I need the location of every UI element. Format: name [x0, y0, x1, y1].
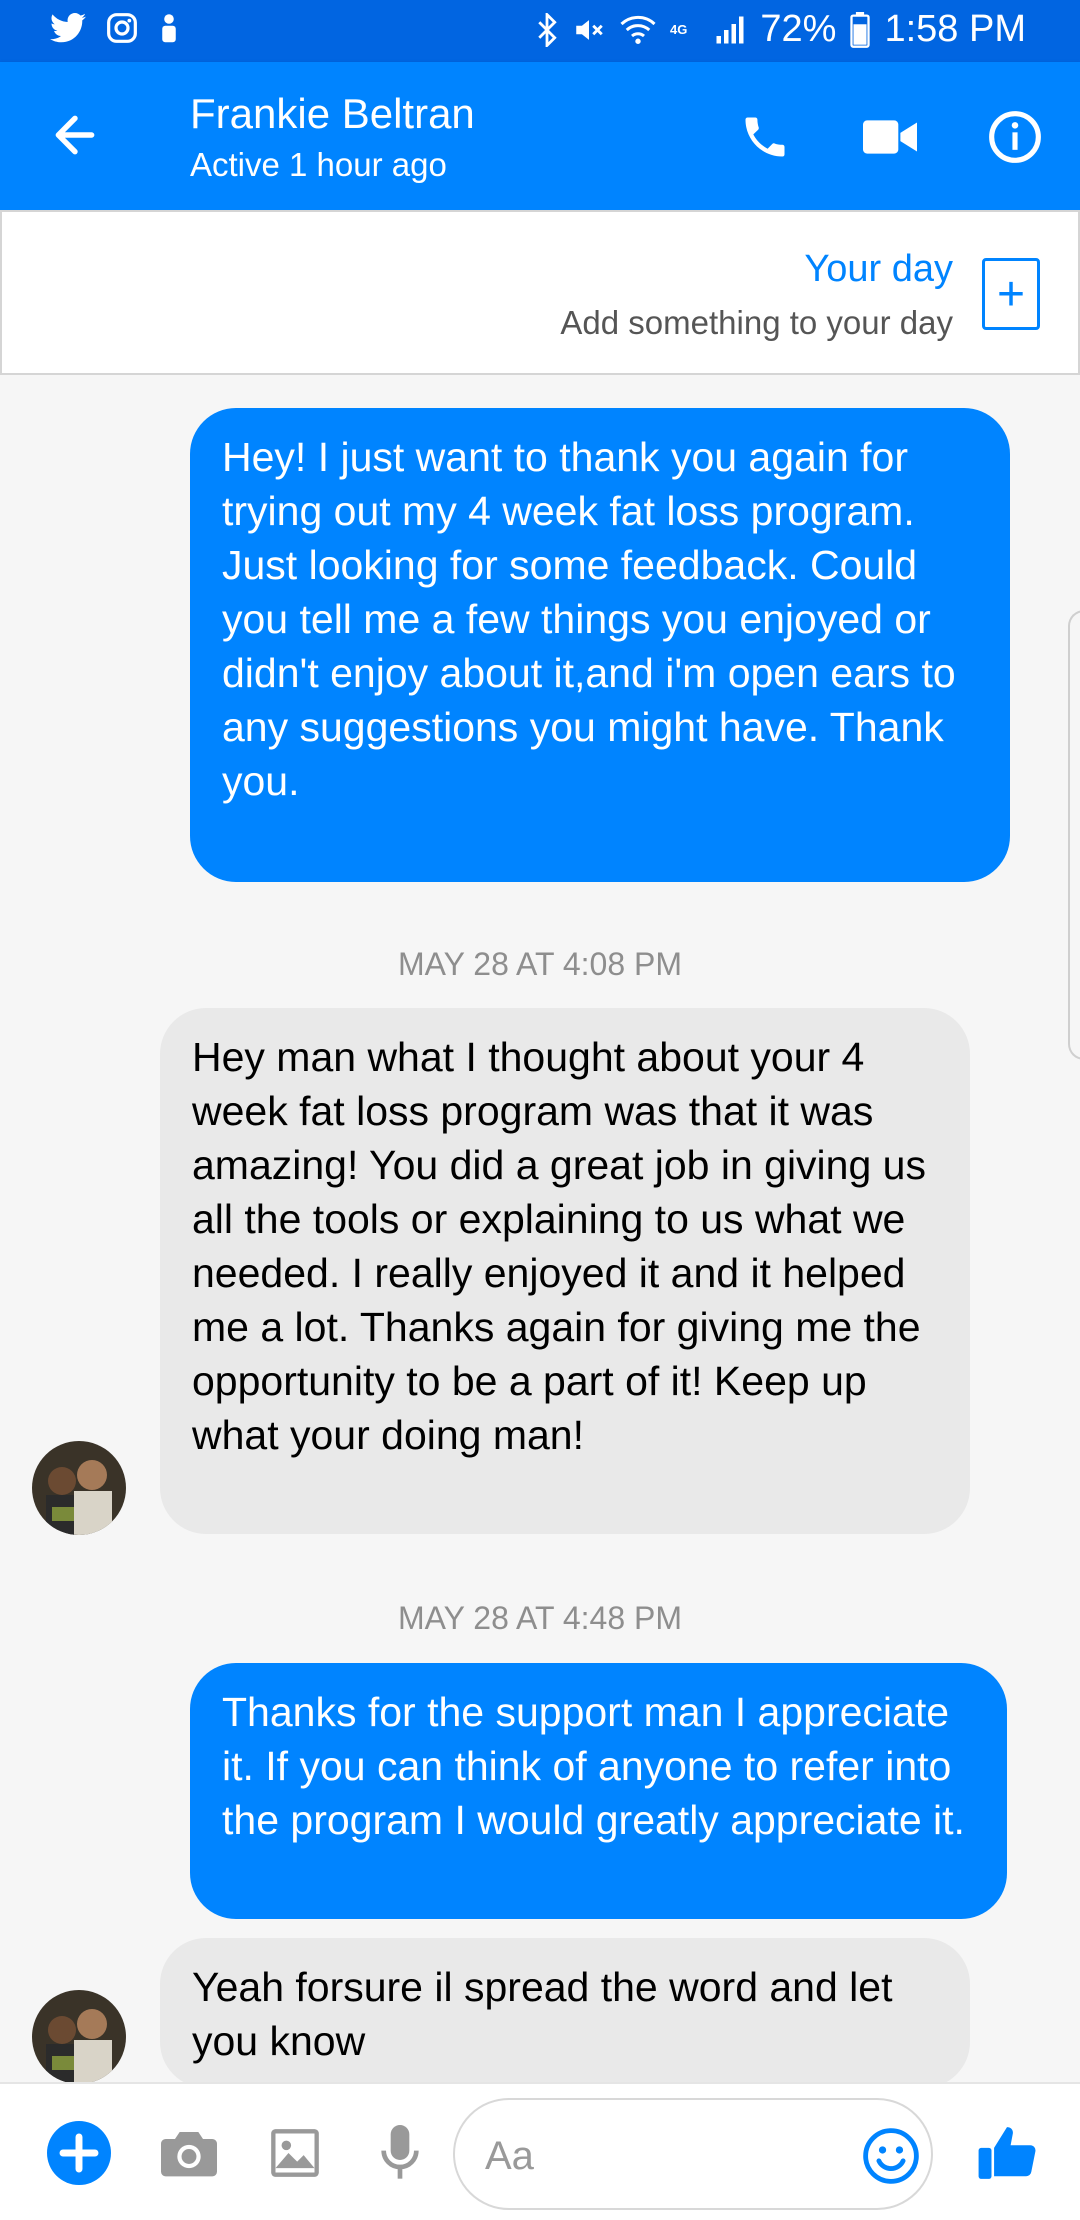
message-input-placeholder: Aa	[485, 2134, 534, 2178]
battery-icon	[850, 11, 871, 48]
message-composer: Aa	[0, 2082, 1080, 2220]
twitter-icon	[50, 13, 86, 43]
message-input[interactable]: Aa	[453, 2098, 933, 2210]
bluetooth-icon	[536, 12, 558, 47]
battery-percent: 72%	[760, 8, 837, 50]
your-day-title: Your day	[804, 248, 953, 290]
plus-circle-icon	[47, 2121, 111, 2185]
phone-icon	[745, 117, 785, 157]
4g-icon: 4G	[670, 20, 700, 40]
your-day-banner[interactable]: Your day Add something to your day +	[0, 210, 1080, 375]
conversation-header: Frankie Beltran Active 1 hour ago	[0, 62, 1080, 210]
like-button[interactable]	[972, 2118, 1042, 2188]
voice-message-button[interactable]	[365, 2118, 435, 2188]
camera-button[interactable]	[154, 2118, 224, 2188]
more-actions-button[interactable]	[44, 2118, 114, 2188]
signal-icon	[714, 15, 746, 45]
contact-avatar[interactable]	[32, 1441, 126, 1535]
avatar-photo-icon	[32, 1441, 126, 1535]
avatar-photo-icon	[32, 1990, 126, 2084]
image-icon	[271, 2129, 319, 2177]
video-call-button[interactable]	[855, 102, 925, 172]
contact-avatar[interactable]	[32, 1990, 126, 2084]
gallery-button[interactable]	[260, 2118, 330, 2188]
message-outgoing[interactable]: Hey! I just want to thank you again for …	[190, 408, 1010, 882]
message-incoming[interactable]: Hey man what I thought about your 4 week…	[160, 1008, 970, 1534]
voice-call-button[interactable]	[730, 102, 800, 172]
info-button[interactable]	[980, 102, 1050, 172]
back-button[interactable]	[42, 102, 108, 168]
emoji-button[interactable]	[855, 2120, 927, 2192]
message-timestamp: MAY 28 AT 4:48 PM	[398, 1600, 682, 1636]
message-timestamp: MAY 28 AT 4:08 PM	[398, 946, 682, 982]
arrow-left-icon	[55, 115, 95, 155]
add-day-button[interactable]: +	[982, 258, 1040, 330]
instagram-icon	[106, 12, 138, 44]
video-camera-icon	[863, 120, 917, 154]
status-left-icons	[50, 12, 180, 44]
thumbs-up-icon	[978, 2127, 1036, 2179]
camera-icon	[161, 2132, 217, 2177]
status-right-icons: 4G 72% 1:58 PM	[536, 8, 1026, 51]
message-outgoing[interactable]: Thanks for the support man I appreciate …	[190, 1663, 1007, 1919]
mute-icon	[572, 13, 606, 47]
info-icon	[989, 111, 1041, 163]
microphone-icon	[381, 2125, 419, 2179]
clock: 1:58 PM	[884, 8, 1026, 50]
status-bar: 4G 72% 1:58 PM	[0, 0, 1080, 62]
person-icon	[158, 13, 180, 43]
wifi-icon	[620, 14, 656, 46]
contact-name[interactable]: Frankie Beltran	[190, 90, 475, 138]
smiley-icon	[863, 2128, 919, 2184]
svg-text:4G: 4G	[670, 22, 687, 37]
your-day-subtitle: Add something to your day	[560, 304, 953, 341]
side-panel-handle[interactable]	[1068, 610, 1080, 1060]
contact-status: Active 1 hour ago	[190, 146, 447, 183]
message-incoming[interactable]: Yeah forsure il spread the word and let …	[160, 1938, 970, 2088]
